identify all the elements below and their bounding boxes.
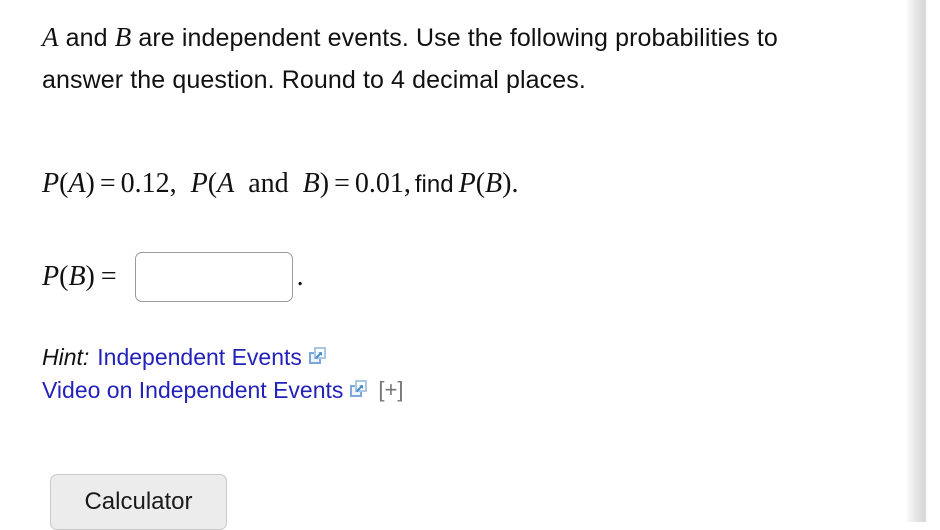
hint-row-1: Hint: Independent Events bbox=[42, 340, 403, 373]
external-link-icon[interactable] bbox=[308, 347, 326, 364]
given-probabilities: P(A) = 0.12, P(A and B) = 0.01, find P(B). bbox=[42, 170, 518, 198]
variable-b: B bbox=[114, 22, 132, 52]
event-b-3: B bbox=[485, 168, 503, 199]
paren-close-2: ) bbox=[319, 168, 330, 199]
hint-row-2: Video on Independent Events [+] bbox=[42, 373, 403, 406]
external-link-arrow bbox=[314, 351, 323, 360]
answer-p-symbol: P bbox=[42, 261, 60, 292]
value-pa: 0.12, bbox=[120, 168, 177, 199]
answer-label: P(B) = bbox=[42, 261, 123, 293]
answer-input[interactable] bbox=[134, 252, 293, 302]
p-symbol-3: P bbox=[458, 168, 476, 199]
problem-statement: A and B are independent events. Use the … bbox=[42, 16, 852, 101]
statement-and: and bbox=[58, 24, 115, 52]
panel-right-edge-shadow bbox=[905, 0, 940, 522]
hint-block: Hint: Independent Events Video on Indepe… bbox=[42, 340, 403, 406]
external-link-icon[interactable] bbox=[350, 380, 368, 397]
answer-equals: = bbox=[100, 261, 117, 292]
paren-open-3: ( bbox=[475, 168, 486, 199]
answer-paren-close: ) bbox=[85, 261, 95, 292]
value-pab: 0.01, bbox=[354, 168, 411, 199]
answer-trailing-period: . bbox=[296, 261, 304, 292]
event-a-1: A bbox=[68, 168, 86, 199]
equals-1: = bbox=[99, 168, 116, 199]
expand-video-toggle[interactable]: [+] bbox=[378, 371, 403, 409]
answer-row: P(B) = . bbox=[42, 252, 304, 302]
paren-open-2: ( bbox=[207, 168, 218, 199]
answer-event-b: B bbox=[68, 261, 86, 292]
event-a-2: A bbox=[217, 168, 235, 199]
statement-rest: are independent events. Use the followin… bbox=[42, 24, 778, 94]
sentence-period: . bbox=[511, 168, 519, 199]
equals-2: = bbox=[334, 168, 350, 199]
p-symbol-1: P bbox=[42, 168, 60, 199]
p-symbol-2: P bbox=[190, 168, 208, 199]
external-link-arrow bbox=[356, 384, 364, 393]
and-operator: and bbox=[248, 168, 289, 199]
variable-a: A bbox=[42, 22, 59, 52]
question-panel: A and B are independent events. Use the … bbox=[0, 0, 905, 530]
paren-close-1: ) bbox=[85, 168, 95, 199]
video-link-independent-events[interactable]: Video on Independent Events bbox=[42, 371, 343, 409]
find-word: find bbox=[414, 171, 454, 198]
event-b-2: B bbox=[302, 168, 320, 199]
